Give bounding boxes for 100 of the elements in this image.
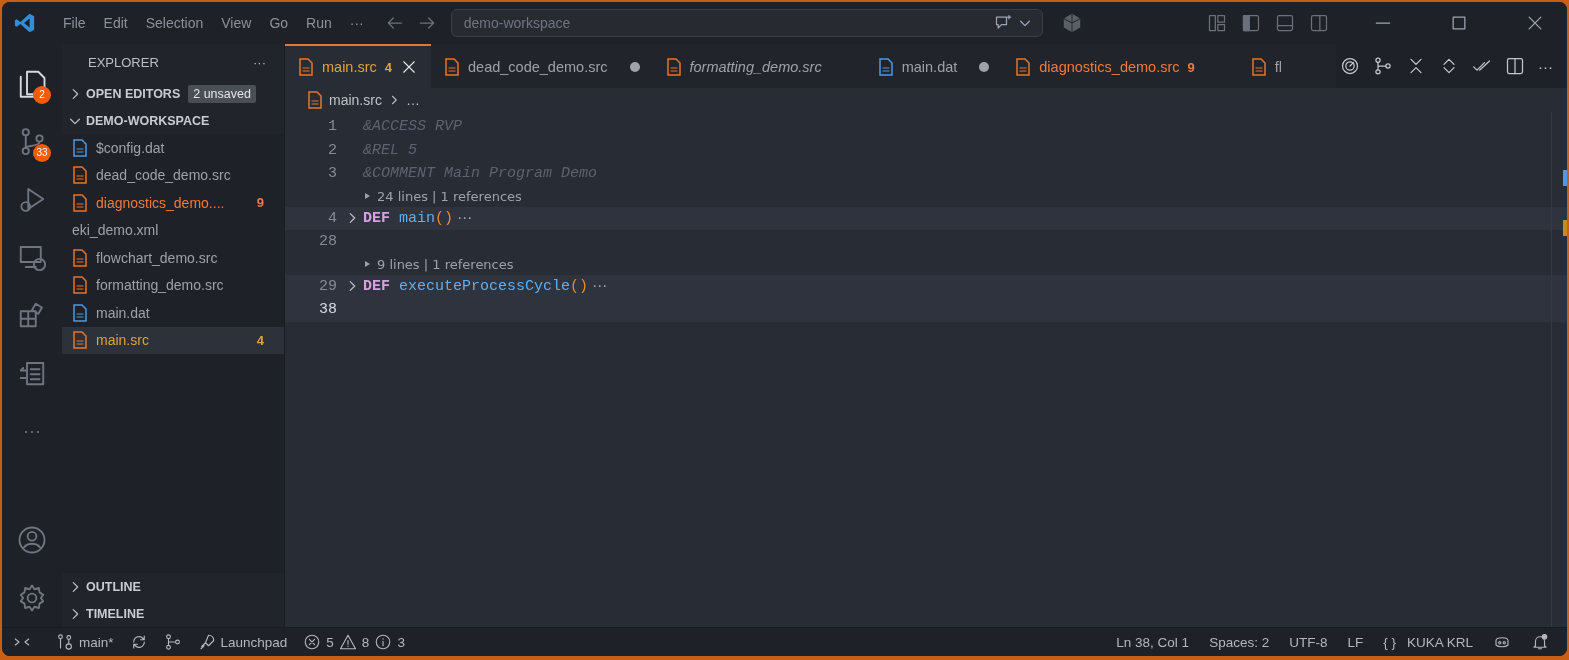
menu-item[interactable]: Selection <box>136 11 213 35</box>
code-lens[interactable]: 9 lines | 1 references <box>377 256 514 272</box>
menu-item[interactable]: ··· <box>340 11 373 35</box>
menu-item[interactable]: View <box>212 11 261 35</box>
status-item[interactable]: Spaces: 2 <box>1199 628 1280 656</box>
settings-icon[interactable] <box>17 583 47 613</box>
section-header[interactable]: OPEN EDITORS <box>86 86 181 101</box>
language-button[interactable]: { } KUKA KRL <box>1373 628 1483 656</box>
menu-item[interactable]: File <box>54 11 95 35</box>
line-number: 1 <box>327 118 337 136</box>
more-button[interactable]: ··· <box>23 420 41 442</box>
warning-icon <box>338 633 357 651</box>
info-icon <box>374 633 393 651</box>
file-name: eki_demo.xml <box>72 222 160 239</box>
menu-item[interactable]: Run <box>297 11 341 35</box>
triangle-icon <box>363 192 371 200</box>
code-lens[interactable]: 24 lines | 1 references <box>377 188 522 204</box>
explorer-item[interactable]: dead_code_demo.src <box>62 161 284 189</box>
tab-label: dead_code_demo.src <box>468 59 608 75</box>
line-number: 28 <box>318 233 337 251</box>
file-name: $config.dat <box>96 139 166 156</box>
gauge-icon[interactable] <box>1340 56 1360 76</box>
line-number: 2 <box>327 141 337 159</box>
data-file-icon <box>72 303 88 322</box>
explorer-item[interactable]: main.dat <box>62 299 284 327</box>
source-file-icon <box>72 331 88 350</box>
source-file-icon <box>72 276 88 295</box>
count-badge: 33 <box>33 144 51 162</box>
file-name: main.dat <box>96 304 151 321</box>
layout-icon[interactable] <box>1207 13 1227 33</box>
file-name: diagnostics_demo.... <box>96 194 226 211</box>
code-line: &ACCESS RVP <box>363 118 463 136</box>
source-file-icon <box>298 58 314 76</box>
app-logo <box>14 12 36 34</box>
explorer-item[interactable]: flowchart_demo.src <box>62 244 284 272</box>
breadcrumb-item[interactable]: … <box>405 92 420 108</box>
folded-ellipsis[interactable]: ⋯ <box>592 277 608 296</box>
triangle-icon <box>363 260 371 268</box>
source-file-icon <box>72 193 88 212</box>
split-icon[interactable] <box>1505 56 1525 76</box>
source-file-icon <box>444 58 461 76</box>
menu-item[interactable]: Go <box>260 11 298 35</box>
folded-ellipsis[interactable]: ⋯ <box>457 209 473 228</box>
tab-label: diagnostics_demo.src <box>1039 59 1180 75</box>
launchpad-button[interactable]: Launchpad <box>189 628 296 656</box>
explorer-item[interactable]: diagnostics_demo.... 9 <box>62 189 284 217</box>
problems-button[interactable]: 5 8 3 <box>295 628 413 656</box>
breadcrumb-item[interactable]: main.src <box>329 92 382 108</box>
more-button[interactable]: ··· <box>253 54 266 70</box>
editor-tab[interactable]: main.src 4 <box>285 44 432 88</box>
sidebar-toggle-icon[interactable] <box>1241 13 1261 33</box>
unsaved-dot[interactable] <box>979 62 990 72</box>
code-line: &COMMENT Main Program Demo <box>363 165 598 183</box>
line-number: 4 <box>327 209 337 227</box>
line-number: 29 <box>318 277 337 295</box>
explorer-item[interactable]: main.src 4 <box>62 326 284 354</box>
status-item[interactable]: Ln 38, Col 1 <box>1106 628 1200 656</box>
overview-marker <box>1563 220 1567 236</box>
more-button[interactable]: ··· <box>1538 57 1553 75</box>
code-line: DEF executeProcessCycle() <box>363 277 589 295</box>
problem-count: 9 <box>1187 59 1195 75</box>
explorer-item[interactable]: $config.dat <box>62 134 284 162</box>
graph-icon <box>163 633 182 651</box>
panel-title: EXPLORER <box>88 54 159 70</box>
account-icon[interactable] <box>17 525 47 555</box>
problem-count: 4 <box>384 59 393 75</box>
section-header[interactable]: TIMELINE <box>86 606 145 621</box>
source-file-icon <box>1015 58 1032 76</box>
problem-count: 4 <box>256 332 264 348</box>
secondary-sidebar-icon[interactable] <box>1309 13 1329 33</box>
count-badge: 2 <box>33 86 51 104</box>
file-name: dead_code_demo.src <box>96 167 232 184</box>
section-header[interactable]: OUTLINE <box>86 579 141 594</box>
tab-label: main.dat <box>901 59 958 75</box>
data-file-icon <box>877 58 894 76</box>
tab-label: formatting_demo.src <box>689 59 822 75</box>
tab-label: main.src <box>322 59 377 75</box>
unsaved-dot[interactable] <box>629 62 640 72</box>
problem-count: 9 <box>256 195 264 211</box>
graph-icon[interactable] <box>1373 56 1393 76</box>
source-file-icon <box>72 248 88 267</box>
code-line: &REL 5 <box>363 141 417 159</box>
line-number: 38 <box>318 301 337 319</box>
branch-button[interactable]: main* <box>48 628 122 656</box>
bell-icon <box>1531 633 1549 651</box>
explorer-item[interactable]: eki_demo.xml <box>62 216 284 244</box>
overview-marker <box>1563 170 1567 186</box>
files-icon[interactable] <box>17 68 47 98</box>
file-name: main.src <box>96 332 150 349</box>
file-name: formatting_demo.src <box>96 277 225 294</box>
explorer-item[interactable]: formatting_demo.src <box>62 271 284 299</box>
status-item[interactable]: LF <box>1337 628 1374 656</box>
error-icon <box>303 633 322 651</box>
panel-toggle-icon[interactable] <box>1275 13 1295 33</box>
source-file-icon <box>665 58 682 76</box>
source-file-icon <box>72 166 88 185</box>
menu-item[interactable]: Edit <box>94 11 137 35</box>
status-item[interactable]: UTF-8 <box>1279 628 1338 656</box>
tab-label: fl <box>1274 59 1283 75</box>
source-file-icon <box>307 91 323 109</box>
